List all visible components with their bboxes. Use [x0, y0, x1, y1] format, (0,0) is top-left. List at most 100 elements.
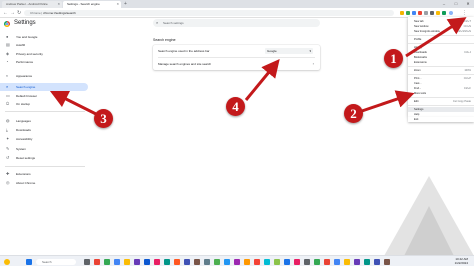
sidebar-item-downloads[interactable]: ⤓ Downloads [0, 126, 88, 134]
extension-icon[interactable] [430, 11, 434, 15]
extension-icon[interactable] [418, 11, 422, 15]
app-icon[interactable] [374, 259, 380, 265]
menu-item-exit[interactable]: Exit [408, 117, 474, 122]
sidebar-item-you-and-google[interactable]: ● You and Google [0, 33, 88, 41]
sidebar-item-autofill[interactable]: ▤ Autofill [0, 41, 88, 49]
app-icon[interactable] [224, 259, 230, 265]
accessibility-icon: ✦ [6, 136, 10, 141]
app-icon[interactable] [284, 259, 290, 265]
kebab-menu-icon[interactable]: ⋮ [462, 9, 467, 17]
sidebar-item-accessibility[interactable]: ✦ Accessibility [0, 135, 88, 143]
app-icon[interactable] [274, 259, 280, 265]
minimize-button[interactable]: – [438, 0, 450, 8]
profile-avatar[interactable] [449, 11, 453, 15]
app-icon[interactable] [214, 259, 220, 265]
menu-item-more-tools[interactable]: More tools [408, 91, 474, 96]
reload-button[interactable]: ↻ [17, 9, 21, 17]
app-icon[interactable] [134, 259, 140, 265]
app-icon[interactable] [234, 259, 240, 265]
sidebar-item-system[interactable]: ✎ System [0, 145, 88, 153]
menu-item-edit[interactable]: Edit Cut Copy Paste [408, 99, 474, 104]
browser-toolbar: ← → ↻ Chrome | chrome://settings/search … [0, 8, 474, 18]
chevron-down-icon: ▾ [309, 49, 311, 53]
address-bar[interactable]: Chrome | chrome://settings/search [24, 10, 394, 16]
clock-date: 1/22/2024 [454, 261, 468, 265]
app-icon[interactable] [304, 259, 310, 265]
app-icon[interactable] [94, 259, 100, 265]
sidebar-item-search-engine[interactable]: ⌕ Search engine [0, 83, 88, 91]
speed-icon: ◔ [6, 59, 9, 64]
app-icon[interactable] [204, 259, 210, 265]
arrow-4 [244, 59, 280, 101]
sidebar-item-default-browser[interactable]: ▭ Default browser [0, 92, 88, 100]
app-icon[interactable] [314, 259, 320, 265]
extension-icon[interactable] [400, 11, 404, 15]
browser-icon: ▭ [6, 93, 10, 98]
menu-item-extensions[interactable]: Extensions [408, 60, 474, 65]
app-icon[interactable] [174, 259, 180, 265]
annotation-badge-1: 1 [384, 49, 403, 68]
close-window-button[interactable]: ✕ [462, 0, 474, 8]
extension-icon[interactable] [424, 11, 428, 15]
app-icon[interactable] [194, 259, 200, 265]
menu-item-profile[interactable]: Profile [408, 37, 474, 42]
back-button[interactable]: ← [3, 9, 8, 17]
app-icon[interactable] [324, 259, 330, 265]
app-icon[interactable] [294, 259, 300, 265]
app-icon[interactable] [354, 259, 360, 265]
extension-icon[interactable] [406, 11, 410, 15]
app-icon[interactable] [144, 259, 150, 265]
app-icon[interactable] [244, 259, 250, 265]
app-icon[interactable] [254, 259, 260, 265]
app-icon[interactable] [84, 259, 90, 265]
tab-android-police[interactable]: Andrew Parker - Android Police ✕ [2, 1, 62, 8]
sidebar-item-appearance[interactable]: ◐ Appearance [0, 72, 88, 80]
weather-icon[interactable] [4, 259, 10, 265]
person-icon: ● [6, 34, 9, 39]
app-icon[interactable] [344, 259, 350, 265]
extension-icon[interactable] [436, 11, 440, 15]
sidebar-item-reset-settings[interactable]: ↺ Reset settings [0, 154, 88, 162]
autofill-icon: ▤ [6, 42, 10, 47]
search-placeholder: Search settings [163, 21, 184, 25]
forward-button[interactable]: → [10, 9, 15, 17]
sidebar-item-languages[interactable]: ◍ Languages [0, 117, 88, 125]
menu-divider [408, 35, 474, 36]
sidebar-item-on-startup[interactable]: ⏻ On startup [0, 100, 88, 108]
app-icon[interactable] [364, 259, 370, 265]
extension-icon[interactable] [412, 11, 416, 15]
app-icon[interactable] [264, 259, 270, 265]
app-icon[interactable] [164, 259, 170, 265]
app-icon[interactable] [154, 259, 160, 265]
sidebar-divider [5, 166, 85, 167]
menu-item-zoom[interactable]: Zoom 100% [408, 68, 474, 73]
extension-icon[interactable] [442, 11, 446, 15]
app-icon[interactable] [334, 259, 340, 265]
sidebar-item-privacy[interactable]: ◈ Privacy and security [0, 50, 88, 58]
maximize-button[interactable]: □ [450, 0, 462, 8]
close-icon[interactable]: ✕ [116, 1, 119, 8]
manage-search-engines-row[interactable]: Manage search engines and site search › [153, 58, 320, 70]
new-tab-button[interactable]: + [124, 1, 127, 8]
section-title: Search engine [153, 38, 176, 42]
app-icon[interactable] [384, 259, 390, 265]
app-icon[interactable] [114, 259, 120, 265]
sidebar-item-extensions[interactable]: ✚ Extensions [0, 170, 88, 178]
sidebar-divider [5, 111, 85, 112]
annotation-badge-3: 3 [94, 109, 113, 128]
annotation-badge-4: 4 [226, 97, 245, 116]
sidebar-item-about-chrome[interactable]: ◎ About Chrome [0, 179, 88, 187]
start-icon[interactable] [26, 259, 32, 265]
app-icon[interactable] [184, 259, 190, 265]
menu-item-new-incognito[interactable]: New Incognito window Ctrl+Shift+N [408, 29, 474, 34]
close-icon[interactable]: ✕ [57, 1, 60, 8]
search-engine-select[interactable]: Google ▾ [265, 48, 313, 54]
chrome-icon: ◎ [6, 180, 10, 185]
sidebar-item-performance[interactable]: ◔ Performance [0, 58, 88, 66]
app-icon[interactable] [104, 259, 110, 265]
taskbar-search[interactable]: Search [36, 259, 76, 265]
app-icon[interactable] [124, 259, 130, 265]
tab-settings[interactable]: Settings - Search engine ✕ [63, 1, 121, 8]
taskbar-clock[interactable]: 10:42 AM 1/22/2024 [455, 257, 468, 265]
search-settings-input[interactable]: ⌕ Search settings [153, 19, 320, 27]
